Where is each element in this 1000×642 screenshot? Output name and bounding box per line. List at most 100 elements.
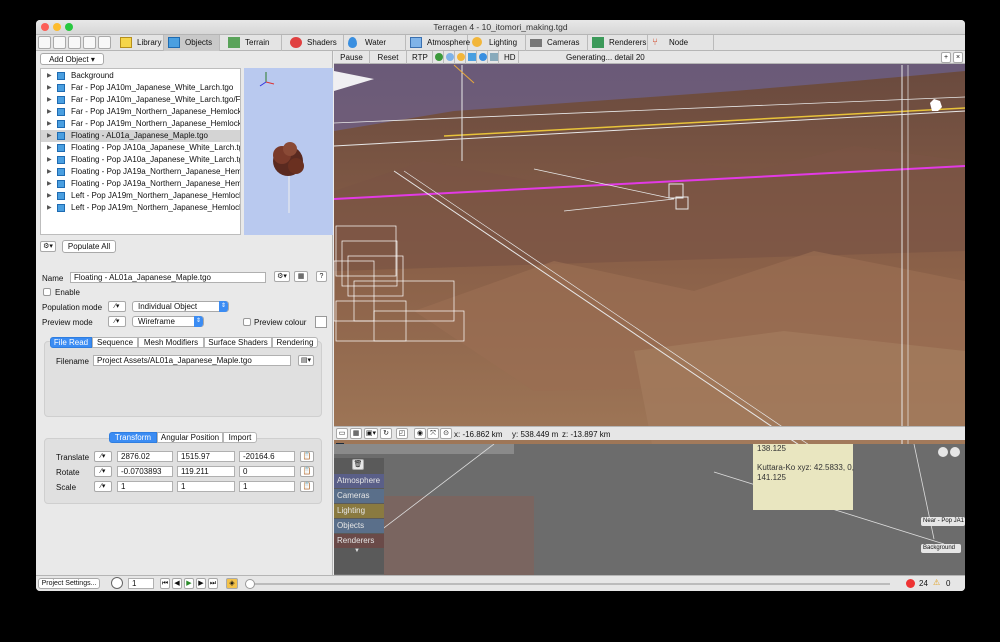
reset-button[interactable]: Reset (370, 51, 407, 64)
gear-icon[interactable]: ⚙▾ (40, 241, 56, 252)
pause-button[interactable]: Pause (334, 51, 370, 64)
disclosure-triangle-icon[interactable]: ▶ (47, 178, 52, 190)
terrain-preview-icon[interactable] (433, 51, 444, 64)
disclosure-triangle-icon[interactable]: ▶ (47, 166, 52, 178)
tab-renderers[interactable]: Renderers (588, 35, 648, 51)
list-item[interactable]: ▶ Floating - AL01a_Japanese_Maple.tgo (41, 130, 240, 142)
tab-atmosphere[interactable]: Atmosphere (406, 35, 470, 51)
tab-objects[interactable]: Objects (164, 35, 220, 51)
populate-all-button[interactable]: Populate All (62, 240, 116, 253)
list-item[interactable]: ▶ Far - Pop JA19m_Northern_Japanese_Hemlo… (41, 118, 240, 130)
curve-edit-icon[interactable]: ⁄▾ (108, 316, 126, 327)
preview-colour-checkbox[interactable] (243, 318, 251, 326)
preview-colour-swatch[interactable] (315, 316, 327, 328)
clipboard-icon[interactable]: 📋 (300, 481, 314, 492)
add-object-button[interactable]: Add Object ▾ (40, 53, 104, 65)
gear-icon[interactable]: ⚙▾ (274, 271, 290, 282)
nav-renderers[interactable]: Renderers (334, 534, 384, 548)
node-network-pane[interactable]: 138.125 Kuttara-Ko xyz: 42.5833, 0, 141.… (334, 444, 965, 575)
first-frame-icon[interactable]: ⏮ (160, 578, 170, 589)
list-item[interactable]: ▶ Floating - Pop JA19a_Northern_Japanese_… (41, 166, 240, 178)
image-icon[interactable]: ▦ (294, 271, 308, 282)
disclosure-triangle-icon[interactable]: ▶ (47, 202, 52, 214)
tab-water[interactable]: Water (344, 35, 406, 51)
enable-checkbox[interactable] (43, 288, 51, 296)
rotate-x-field[interactable]: -0.0703893 (117, 466, 173, 477)
frame-field[interactable]: 1 (128, 578, 154, 589)
rtp-button[interactable]: RTP (407, 51, 433, 64)
disclosure-triangle-icon[interactable]: ▶ (47, 94, 52, 106)
tab-import[interactable]: Import (223, 432, 257, 443)
name-field[interactable]: Floating - AL01a_Japanese_Maple.tgo (70, 272, 266, 283)
list-item[interactable]: ▶ Floating - Pop JA19a_Northern_Japanese_… (41, 178, 240, 190)
clipboard-icon[interactable]: 📋 (300, 466, 314, 477)
disclosure-triangle-icon[interactable]: ▶ (47, 82, 52, 94)
node-background[interactable]: Background (921, 544, 961, 553)
error-icon[interactable] (906, 579, 915, 588)
objects-preview-icon[interactable] (466, 51, 477, 64)
list-item[interactable]: ▶ Left - Pop JA19m_Northern_Japanese_Heml… (41, 190, 240, 202)
tab-terrain[interactable]: Terrain (224, 35, 282, 51)
eye-icon[interactable]: ◉ (414, 428, 426, 439)
curve-edit-icon[interactable]: ⁄▾ (94, 451, 112, 462)
help-icon[interactable]: ? (316, 271, 327, 282)
rotate-y-field[interactable]: 119.211 (177, 466, 235, 477)
water-preview-icon[interactable] (477, 51, 488, 64)
tab-rendering[interactable]: Rendering (272, 337, 318, 348)
curve-edit-icon[interactable]: ⁄▾ (108, 301, 126, 312)
sync-icon[interactable]: ↻ (380, 428, 392, 439)
disclosure-triangle-icon[interactable]: ▶ (47, 190, 52, 202)
object-preview[interactable] (244, 68, 333, 235)
tab-library[interactable]: Library (116, 35, 164, 51)
open-file-icon[interactable] (53, 36, 66, 49)
project-settings-button[interactable]: Project Settings... (38, 578, 100, 589)
disclosure-triangle-icon[interactable]: ▶ (47, 130, 52, 142)
grid-icon[interactable]: ▦ (350, 428, 362, 439)
new-file-icon[interactable] (38, 36, 51, 49)
curve-edit-icon[interactable]: ⁄▾ (94, 481, 112, 492)
list-item[interactable]: ▶ Background (41, 70, 240, 82)
close-viewport-icon[interactable]: × (953, 52, 963, 63)
render-icon[interactable] (98, 36, 111, 49)
last-frame-icon[interactable]: ⏭ (208, 578, 218, 589)
camera-icon[interactable]: ▭ (336, 428, 348, 439)
curve-edit-icon[interactable]: ⁄▾ (94, 466, 112, 477)
nav-lighting[interactable]: Lighting (334, 504, 384, 518)
nav-atmosphere[interactable]: Atmosphere (334, 474, 384, 488)
snapshot-icon[interactable]: ◰ (396, 428, 408, 439)
population-mode-select[interactable]: Individual Object ⇕ (132, 301, 229, 312)
nav-objects[interactable]: Objects (334, 519, 384, 533)
tab-node-network[interactable]: ⑂Node Network (648, 35, 714, 62)
hd-button[interactable]: HD (499, 51, 519, 64)
clock-icon[interactable] (111, 577, 123, 589)
node-near-pop[interactable]: Near - Pop JA1 (921, 517, 965, 526)
disclosure-triangle-icon[interactable]: ▶ (47, 106, 52, 118)
prev-frame-icon[interactable]: ◀ (172, 578, 182, 589)
tab-sequence[interactable]: Sequence (92, 337, 138, 348)
translate-y-field[interactable]: 1515.97 (177, 451, 235, 462)
warning-icon[interactable]: ⚠ (933, 578, 940, 587)
list-item[interactable]: ▶ Left - Pop JA19m_Northern_Japanese_Heml… (41, 202, 240, 214)
disclosure-triangle-icon[interactable]: ▶ (47, 142, 52, 154)
tab-cameras[interactable]: Cameras (526, 35, 588, 51)
translate-z-field[interactable]: -20164.6 (239, 451, 295, 462)
disclosure-triangle-icon[interactable]: ▶ (47, 118, 52, 130)
3d-viewport[interactable]: Pause Reset RTP HD Generating... detail … (334, 51, 965, 455)
tab-lighting[interactable]: Lighting (468, 35, 526, 51)
tab-transform[interactable]: Transform (109, 432, 157, 443)
scale-y-field[interactable]: 1 (177, 481, 235, 492)
translate-x-field[interactable]: 2876.02 (117, 451, 173, 462)
scale-z-field[interactable]: 1 (239, 481, 295, 492)
timeline-track[interactable] (250, 583, 890, 585)
lighting-preview-icon[interactable] (455, 51, 466, 64)
nav-cameras[interactable]: Cameras (334, 489, 384, 503)
list-item[interactable]: ▶ Far - Pop JA10m_Japanese_White_Larch.tg… (41, 94, 240, 106)
filename-field[interactable]: Project Assets/AL01a_Japanese_Maple.tgo (93, 355, 291, 366)
play-icon[interactable]: ▶ (184, 578, 194, 589)
scroll-down-icon[interactable]: ▼ (354, 548, 360, 554)
camera-select-icon[interactable]: ▣▾ (364, 428, 378, 439)
list-item[interactable]: ▶ Floating - Pop JA10a_Japanese_White_Lar… (41, 154, 240, 166)
folder-browse-icon[interactable]: ▤▾ (298, 355, 314, 366)
clouds-preview-icon[interactable] (488, 51, 499, 64)
sky-preview-icon[interactable] (444, 51, 455, 64)
